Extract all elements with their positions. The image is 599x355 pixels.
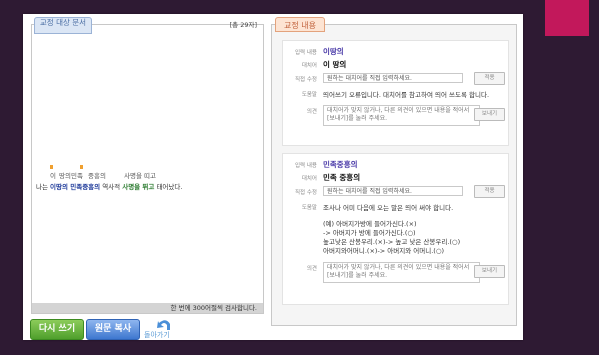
char-count: [총 29자] bbox=[229, 21, 257, 29]
tab-document[interactable]: 교정 대상 문서 bbox=[34, 17, 92, 34]
example-line: (예) 아버지가방에 들어가신다.(×) bbox=[323, 220, 417, 228]
apply-button[interactable]: 적용 bbox=[474, 185, 505, 198]
direct-edit-input[interactable]: 원하는 대치어를 직접 입력하세요. bbox=[323, 186, 463, 196]
error-word[interactable]: 사명을 뛰고 bbox=[122, 183, 154, 191]
suggestion-word: 땅의민족 bbox=[59, 172, 83, 180]
suggestion-word: 사명을 띠고 bbox=[124, 172, 156, 180]
correction-panel: 교정 내용 입력 내용 이땅의 대치어 이 땅의 직접 수정 원하는 대치어를 … bbox=[271, 17, 517, 326]
replace-label: 대치어 bbox=[301, 63, 317, 69]
error-marker[interactable] bbox=[80, 165, 83, 169]
correction-card: 입력 내용 이땅의 대치어 이 땅의 직접 수정 원하는 대치어를 직접 입력하… bbox=[282, 40, 509, 146]
help-label: 도움말 bbox=[301, 92, 317, 98]
back-button[interactable]: 돌아가기 bbox=[144, 320, 178, 340]
send-button[interactable]: 보내기 bbox=[474, 265, 505, 278]
example-line: 아버지와어머니.(×)-> 아버지와 어머니.(○) bbox=[323, 247, 445, 255]
direct-edit-input[interactable]: 원하는 대치어를 직접 입력하세요. bbox=[323, 73, 463, 83]
sentence-text: 태어났다. bbox=[154, 183, 183, 191]
direct-edit-label: 직접 수정 bbox=[295, 190, 317, 196]
example-line: -> 아버지가 방에 들어가신다.(○) bbox=[323, 229, 416, 237]
rewrite-button[interactable]: 다시 쓰기 bbox=[30, 319, 84, 340]
replace-label: 대치어 bbox=[301, 176, 317, 182]
input-label: 입력 내용 bbox=[295, 163, 317, 169]
correction-card: 입력 내용 민족중흥의 대치어 민족 중흥의 직접 수정 원하는 대치어를 직접… bbox=[282, 153, 509, 305]
input-value: 민족중흥의 bbox=[323, 160, 358, 169]
suggestion-word: 이 bbox=[50, 172, 56, 180]
suggestion-word: 중흥의 bbox=[88, 172, 106, 180]
replace-value: 이 땅의 bbox=[323, 60, 347, 69]
input-value: 이땅의 bbox=[323, 47, 344, 56]
corner-accent bbox=[545, 0, 589, 36]
input-label: 입력 내용 bbox=[295, 50, 317, 56]
help-text: 띄어쓰기 오류입니다. 대치어를 참고하여 띄어 쓰도록 합니다. bbox=[323, 91, 490, 99]
opinion-label: 의견 bbox=[306, 109, 317, 115]
back-arrow-icon bbox=[157, 320, 170, 330]
replace-value: 민족 중흥의 bbox=[323, 173, 361, 182]
sentence-text: 나는 bbox=[36, 183, 51, 191]
sentence-line: 나는 이땅의 민족중흥의 역사적 사명을 뛰고 태어났다. bbox=[36, 181, 182, 191]
limit-notice: 한 번에 300어절씩 검사합니다. bbox=[32, 303, 263, 313]
spell-checker-window: 교정 대상 문서 [총 29자] 이 땅의민족 중흥의 사명을 띠고 나는 이땅… bbox=[23, 14, 523, 340]
sentence-text: 역사적 bbox=[100, 183, 123, 191]
example-line: 높고낮은 산봉우리.(×)-> 높고 낮은 산봉우리.(○) bbox=[323, 238, 461, 246]
error-marker[interactable] bbox=[50, 165, 53, 169]
tab-corrections[interactable]: 교정 내용 bbox=[275, 17, 325, 32]
copy-original-button[interactable]: 원문 복사 bbox=[86, 319, 140, 340]
apply-button[interactable]: 적용 bbox=[474, 72, 505, 85]
help-text: 조사나 어미 다음에 오는 말은 띄어 써야 합니다. bbox=[323, 204, 454, 212]
back-label: 돌아가기 bbox=[144, 331, 170, 339]
help-examples: (예) 아버지가방에 들어가신다.(×) -> 아버지가 방에 들어가신다.(○… bbox=[323, 220, 460, 256]
opinion-textarea[interactable]: 대치어가 맞지 않거나, 다른 의견이 있으면 내용을 적어서 [보내기]를 눌… bbox=[323, 262, 480, 283]
send-button[interactable]: 보내기 bbox=[474, 108, 505, 121]
help-label: 도움말 bbox=[301, 205, 317, 211]
document-panel: 교정 대상 문서 [총 29자] 이 땅의민족 중흥의 사명을 띠고 나는 이땅… bbox=[31, 17, 264, 314]
document-text[interactable]: 이 땅의민족 중흥의 사명을 띠고 나는 이땅의 민족중흥의 역사적 사명을 뛰… bbox=[36, 165, 256, 205]
opinion-label: 의견 bbox=[306, 266, 317, 272]
error-word[interactable]: 이땅의 민족중흥의 bbox=[50, 183, 100, 191]
opinion-textarea[interactable]: 대치어가 맞지 않거나, 다른 의견이 있으면 내용을 적어서 [보내기]를 눌… bbox=[323, 105, 480, 126]
direct-edit-label: 직접 수정 bbox=[295, 77, 317, 83]
